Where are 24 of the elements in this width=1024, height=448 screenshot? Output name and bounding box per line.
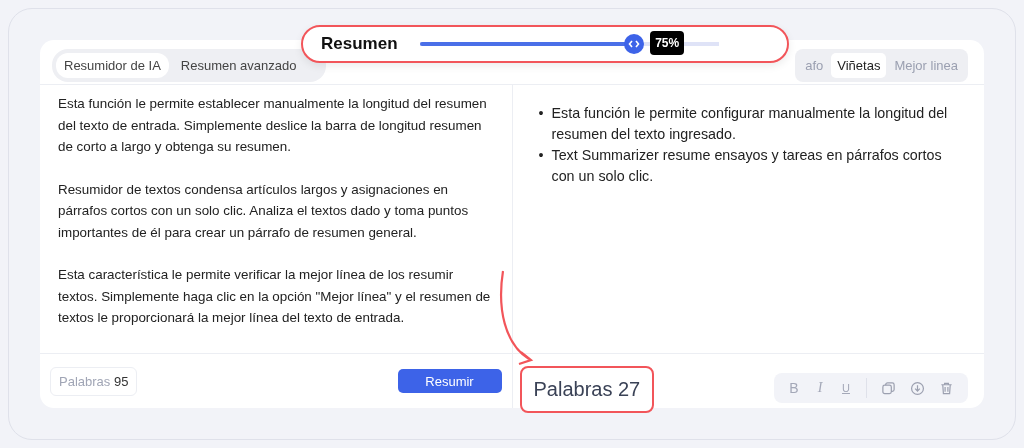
underline-button[interactable]: U xyxy=(840,382,852,394)
copy-icon[interactable] xyxy=(881,380,896,396)
format-tab[interactable]: Mejor linea xyxy=(888,52,964,78)
summary-bullet: Esta función le permite configurar manualmente la longitud del resumen del texto ingresado. xyxy=(551,104,949,144)
format-tab[interactable]: Viñetas xyxy=(831,52,887,78)
bullet-marker: • xyxy=(538,104,544,123)
delete-icon[interactable] xyxy=(939,380,954,396)
word-count: Palabras 95 xyxy=(50,366,138,396)
input-paragraph: Resumidor de textos condensa artículos largos y asignaciones en párrafos cortos con un solo clic. Analiza el textos dado y toma puntos importantes de él para crear un párrafo de resumen general. xyxy=(58,180,470,242)
format-tab[interactable]: afo xyxy=(799,52,830,78)
download-icon[interactable] xyxy=(910,380,925,396)
summary-bullet: Text Summarizer resume ensayos y tareas en párrafos cortos con un solo clic. xyxy=(551,146,943,186)
bold-button[interactable]: B xyxy=(788,380,800,396)
bullet-marker: • xyxy=(538,146,544,165)
mode-tab[interactable]: Resumen avanzado xyxy=(172,52,305,78)
summarize-button[interactable]: Resumir xyxy=(397,369,502,393)
slider-thumb[interactable] xyxy=(624,34,645,54)
word-count-callout: Palabras 27 xyxy=(519,365,655,413)
input-paragraph: Esta función le permite establecer manualmente la longitud del resumen del texto de entrada. Simplemente deslice la barra de longitud resumen de corto a largo y obtenga su resumen. xyxy=(58,95,488,156)
value-tooltip: 75% xyxy=(650,31,685,55)
input-paragraph: Esta característica le permite verificar la mejor línea de los resumir textos. Simplemente haga clic en la opción "Mejor línea" y el resumen de textos le proporcionará la mejor línea del texto de entrada. xyxy=(58,266,492,327)
italic-button[interactable]: I xyxy=(814,380,826,396)
callout-title: Resumen xyxy=(321,34,398,54)
mode-tab[interactable]: Resumidor de IA xyxy=(56,52,169,78)
